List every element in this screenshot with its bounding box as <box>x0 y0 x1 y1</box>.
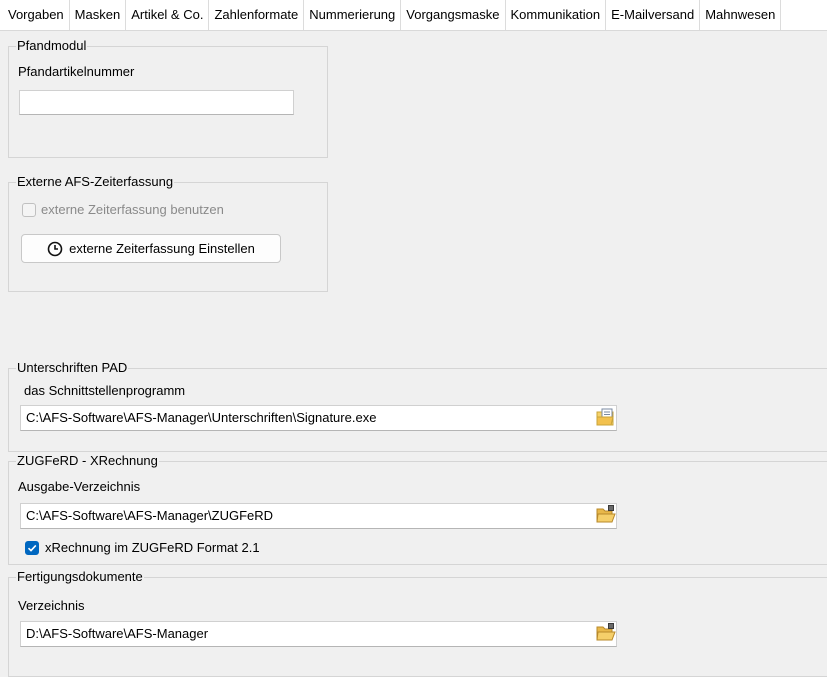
folder-open-icon[interactable] <box>595 505 617 525</box>
xrechnung-label: xRechnung im ZUGFeRD Format 2.1 <box>45 540 260 555</box>
tab-kommunikation[interactable]: Kommunikation <box>506 0 607 30</box>
zeiterfassung-legend: Externe AFS-Zeiterfassung <box>16 174 175 190</box>
fertigung-legend: Fertigungsdokumente <box>16 569 144 585</box>
folder-open-icon[interactable] <box>595 623 617 643</box>
tab-emailversand[interactable]: E-Mailversand <box>606 0 701 30</box>
xrechnung-checkbox[interactable] <box>25 541 39 555</box>
zeiterfassung-einstellen-button[interactable]: externe Zeiterfassung Einstellen <box>21 234 281 263</box>
verzeichnis-input[interactable]: D:\AFS-Software\AFS-Manager <box>20 621 617 647</box>
tab-bar: Vorgaben Masken Artikel & Co. Zahlenform… <box>0 0 827 31</box>
clock-icon <box>47 241 63 257</box>
tab-vorgangsmaske[interactable]: Vorgangsmaske <box>401 0 506 30</box>
tab-artikel[interactable]: Artikel & Co. <box>126 0 210 30</box>
verzeichnis-label: Verzeichnis <box>18 598 85 613</box>
externe-zeiterfassung-checkbox[interactable] <box>22 203 36 217</box>
unterschriften-legend: Unterschriften PAD <box>16 360 129 376</box>
pfandartikelnummer-input[interactable] <box>19 90 294 115</box>
tab-mahnwesen[interactable]: Mahnwesen <box>700 0 782 30</box>
tab-masken[interactable]: Masken <box>70 0 127 30</box>
schnittstellenprogramm-input[interactable]: C:\AFS-Software\AFS-Manager\Unterschrift… <box>20 405 617 431</box>
tab-zahlenformate[interactable]: Zahlenformate <box>209 0 305 30</box>
ausgabe-verzeichnis-label: Ausgabe-Verzeichnis <box>18 479 141 494</box>
externe-zeiterfassung-label: externe Zeiterfassung benutzen <box>41 202 224 217</box>
schnittstellenprogramm-label: das Schnittstellenprogramm <box>24 383 186 398</box>
zugferd-legend: ZUGFeRD - XRechnung <box>16 453 159 469</box>
file-open-icon[interactable] <box>595 408 617 428</box>
tab-vorgaben[interactable]: Vorgaben <box>0 0 70 30</box>
zeiterfassung-einstellen-label: externe Zeiterfassung Einstellen <box>69 241 255 256</box>
ausgabe-verzeichnis-input[interactable]: C:\AFS-Software\AFS-Manager\ZUGFeRD <box>20 503 617 529</box>
tab-nummerierung[interactable]: Nummerierung <box>304 0 402 30</box>
pfandmodul-legend: Pfandmodul <box>16 38 88 54</box>
pfandartikelnummer-label: Pfandartikelnummer <box>18 64 135 79</box>
